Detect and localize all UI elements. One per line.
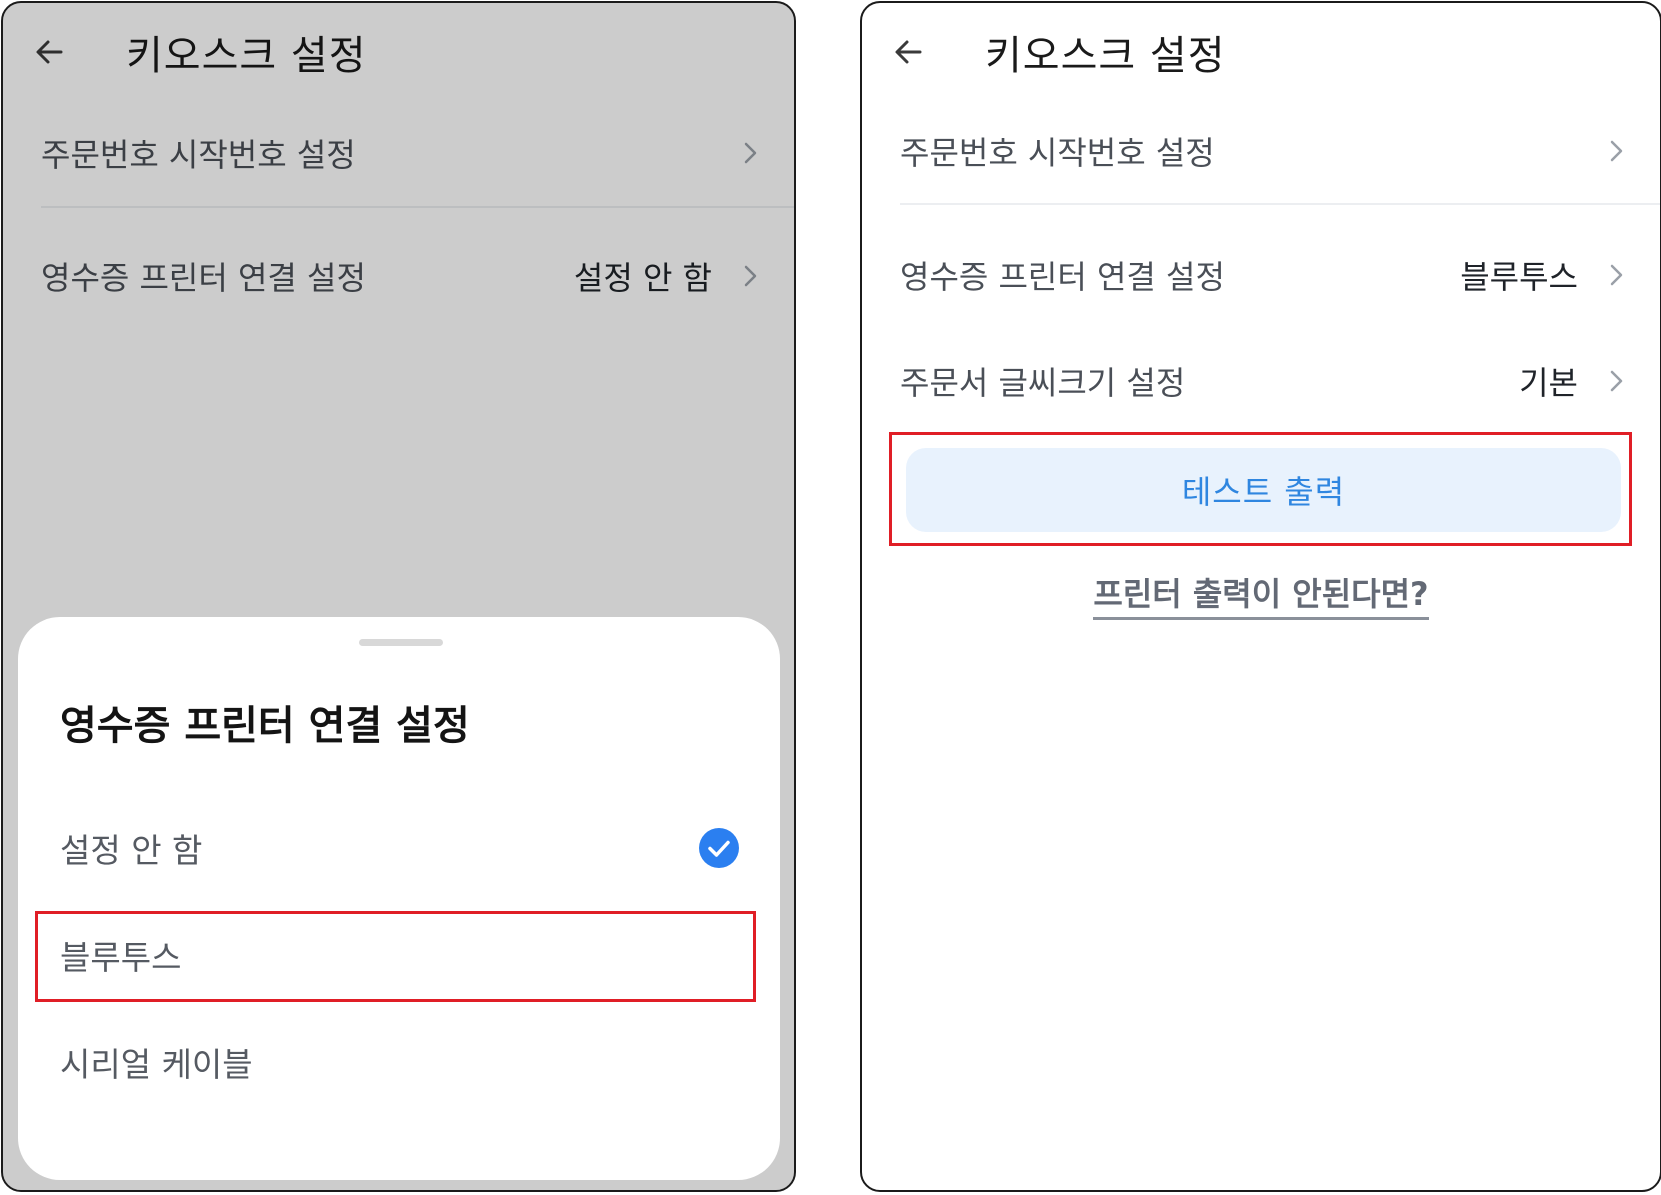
highlight-box [35,911,756,1002]
row-label: 주문서 글씨크기 설정 [900,364,1186,402]
row-order-font-size[interactable]: 주문서 글씨크기 설정 기본 [862,333,1660,429]
row-receipt-printer[interactable]: 영수증 프린터 연결 설정 블루투스 [862,227,1660,323]
bottom-sheet: 영수증 프린터 연결 설정 설정 안 함 블루투스 시리얼 케이블 [18,617,780,1180]
chevron-right-icon [1610,264,1623,286]
option-label: 시리얼 케이블 [60,1045,253,1084]
sheet-title: 영수증 프린터 연결 설정 [60,703,470,749]
arrow-left-icon[interactable] [890,33,928,71]
right-phone-screen: 키오스크 설정 주문번호 시작번호 설정 영수증 프린터 연결 설정 블루투스 … [860,1,1661,1192]
row-value: 블루투스 [1460,258,1578,296]
option-serial-cable[interactable]: 시리얼 케이블 [18,1017,780,1107]
row-order-start-number[interactable]: 주문번호 시작번호 설정 [862,103,1660,199]
row-label: 영수증 프린터 연결 설정 [900,258,1225,296]
option-none[interactable]: 설정 안 함 [18,803,780,893]
option-label: 설정 안 함 [60,831,203,870]
row-label: 주문번호 시작번호 설정 [900,134,1215,172]
chevron-right-icon [1610,370,1623,392]
divider [900,203,1660,205]
sheet-drag-handle[interactable] [359,639,443,646]
printer-help-link-container: 프린터 출력이 안된다면? [862,569,1660,620]
check-circle-icon [699,828,739,868]
chevron-right-icon [1610,140,1623,162]
highlight-box [889,432,1632,546]
header: 키오스크 설정 [862,3,1660,99]
page-title: 키오스크 설정 [985,33,1226,79]
row-value: 기본 [1519,364,1578,402]
printer-help-link[interactable]: 프린터 출력이 안된다면? [1093,575,1429,620]
left-phone-screen: 키오스크 설정 주문번호 시작번호 설정 영수증 프린터 연결 설정 설정 안 … [1,1,796,1192]
